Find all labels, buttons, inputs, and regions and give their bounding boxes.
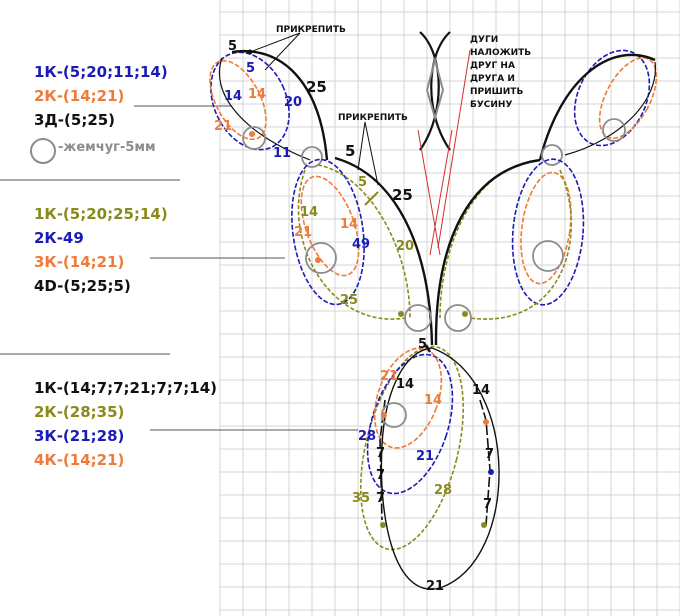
label-top-14-orange: 14 [248, 87, 266, 102]
legend-2-line-3: 3К-(14;21) [34, 253, 125, 271]
label-low-28-blue: 28 [358, 429, 376, 444]
label-mid-21: 21 [294, 225, 312, 240]
note-arcs-line: НАЛОЖИТЬ [470, 48, 531, 58]
label-top-5-blue: 5 [246, 61, 255, 76]
label-low-7a: 7 [376, 446, 385, 461]
note-arcs-line: ДРУГА И [470, 74, 515, 84]
label-mid-14-orange: 14 [340, 217, 358, 232]
legend-1-line-2: 2К-(14;21) [34, 87, 125, 105]
note-attach-top: ПРИКРЕПИТЬ [276, 25, 346, 35]
legend-3-line-4: 4К-(14;21) [34, 451, 125, 469]
label-top-21: 21 [214, 119, 232, 134]
arrow-attach-mid-1 [357, 121, 366, 171]
note-arcs-line: БУСИНУ [470, 100, 512, 110]
legend-1-line-3: 3Д-(5;25) [34, 111, 116, 129]
label-bottom-21: 21 [426, 579, 444, 594]
label-low-7b: 7 [376, 468, 385, 483]
legend-group-2: 1К-(5;20;25;14) 2К-49 3К-(14;21) 4D-(5;2… [0, 202, 200, 302]
label-top-20: 20 [284, 95, 302, 110]
label-right-14: 14 [472, 383, 490, 398]
label-low-14-black: 14 [396, 377, 414, 392]
note-arcs-line: ПРИШИТЬ [470, 87, 523, 97]
arrow-attach-top-1 [249, 32, 301, 53]
label-top-14-blue: 14 [224, 89, 242, 104]
legend-1-pearl: -жемчуг-5мм [58, 140, 156, 155]
center-arcs [417, 31, 471, 256]
note-arcs-overlay: ДУГИ НАЛОЖИТЬ ДРУГ НА ДРУГА И ПРИШИТЬ БУ… [470, 35, 531, 110]
legend-2-line-4: 4D-(5;25;5) [34, 277, 131, 295]
legend-group-1: 1К-(5;20;11;14) 2К-(14;21) 3Д-(5;25) -же… [0, 60, 200, 170]
label-mid-25-olive: 25 [340, 293, 358, 308]
label-low-21-blue: 21 [416, 449, 434, 464]
petal-middle-right [434, 158, 585, 346]
legend-3-line-3: 3К-(21;28) [34, 427, 125, 445]
label-low-14-orange: 14 [424, 393, 442, 408]
pearl-icon [30, 138, 56, 164]
note-attach-mid: ПРИКРЕПИТЬ [338, 113, 408, 123]
label-mid-49: 49 [352, 237, 370, 252]
legend-3-line-1: 1К-(14;7;7;21;7;7;14) [34, 379, 217, 397]
label-mid-5-olive: 5 [358, 175, 367, 190]
label-top-5: 5 [228, 39, 237, 54]
label-low-7c: 7 [376, 491, 385, 506]
label-right-7a: 7 [485, 447, 494, 462]
label-mid-20: 20 [396, 239, 414, 254]
label-top-11: 11 [273, 146, 291, 161]
label-top-25: 25 [306, 78, 327, 96]
label-low-28-olive: 28 [434, 483, 452, 498]
label-mid-25: 25 [392, 186, 413, 204]
note-arcs-line: ДРУГ НА [470, 61, 515, 71]
label-mid-5: 5 [345, 142, 355, 160]
legend-1-line-1: 1К-(5;20;11;14) [34, 63, 168, 81]
petal-top-right [538, 49, 658, 166]
arrow-attach-top-2 [264, 32, 301, 71]
note-arcs-line: ДУГИ [470, 35, 498, 45]
diagram-canvas: ПРИКРЕПИТЬ ПРИКРЕПИТЬ ДУГИ НАЛОЖИТЬ ДРУГ… [0, 0, 680, 616]
petal-top-left [209, 49, 329, 168]
legend-3-line-2: 2К-(28;35) [34, 403, 125, 421]
label-low-35: 35 [352, 491, 370, 506]
label-mid-14-olive: 14 [300, 205, 318, 220]
legend-2-line-2: 2К-49 [34, 229, 84, 247]
legend-group-3: 1К-(14;7;7;21;7;7;14) 2К-(28;35) 3К-(21;… [0, 376, 230, 476]
label-low-5: 5 [418, 337, 427, 352]
label-right-7b: 7 [483, 497, 492, 512]
legend-2-line-1: 1К-(5;20;25;14) [34, 205, 168, 223]
